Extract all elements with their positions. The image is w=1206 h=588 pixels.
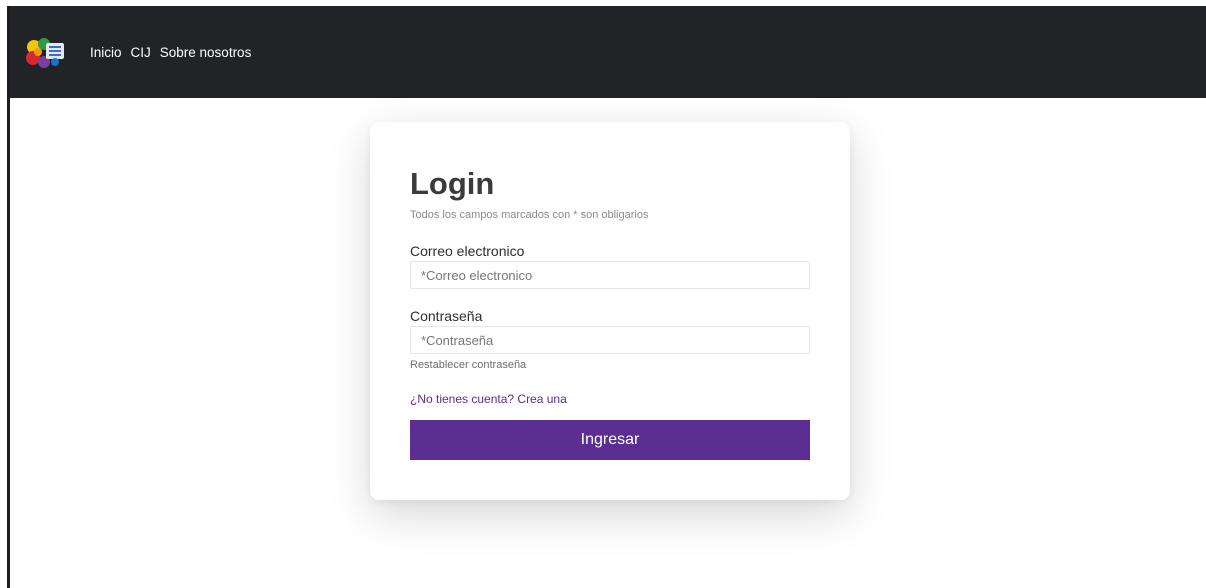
login-submit-button[interactable]: Ingresar: [410, 420, 810, 460]
flower-logo-icon[interactable]: [24, 37, 68, 69]
password-label: Contraseña: [410, 308, 483, 324]
password-input[interactable]: [410, 326, 810, 354]
login-card: Login Todos los campos marcados con * so…: [370, 122, 850, 500]
page: Inicio CIJ Sobre nosotros Login Todos lo…: [0, 0, 1206, 588]
reset-password-link[interactable]: Restablecer contraseña: [410, 358, 526, 372]
nav-link-sobre-nosotros[interactable]: Sobre nosotros: [160, 44, 252, 61]
left-border: [7, 6, 10, 588]
email-input[interactable]: [410, 261, 810, 289]
create-account-link[interactable]: ¿No tienes cuenta? Crea una: [410, 392, 567, 407]
nav-link-cij[interactable]: CIJ: [131, 44, 151, 61]
top-navbar: Inicio CIJ Sobre nosotros: [7, 6, 1206, 98]
email-label: Correo electronico: [410, 243, 525, 259]
login-title: Login: [410, 166, 495, 201]
main-nav: Inicio CIJ Sobre nosotros: [90, 44, 251, 61]
required-fields-note: Todos los campos marcados con * son obli…: [410, 209, 649, 221]
nav-link-inicio[interactable]: Inicio: [90, 44, 122, 61]
